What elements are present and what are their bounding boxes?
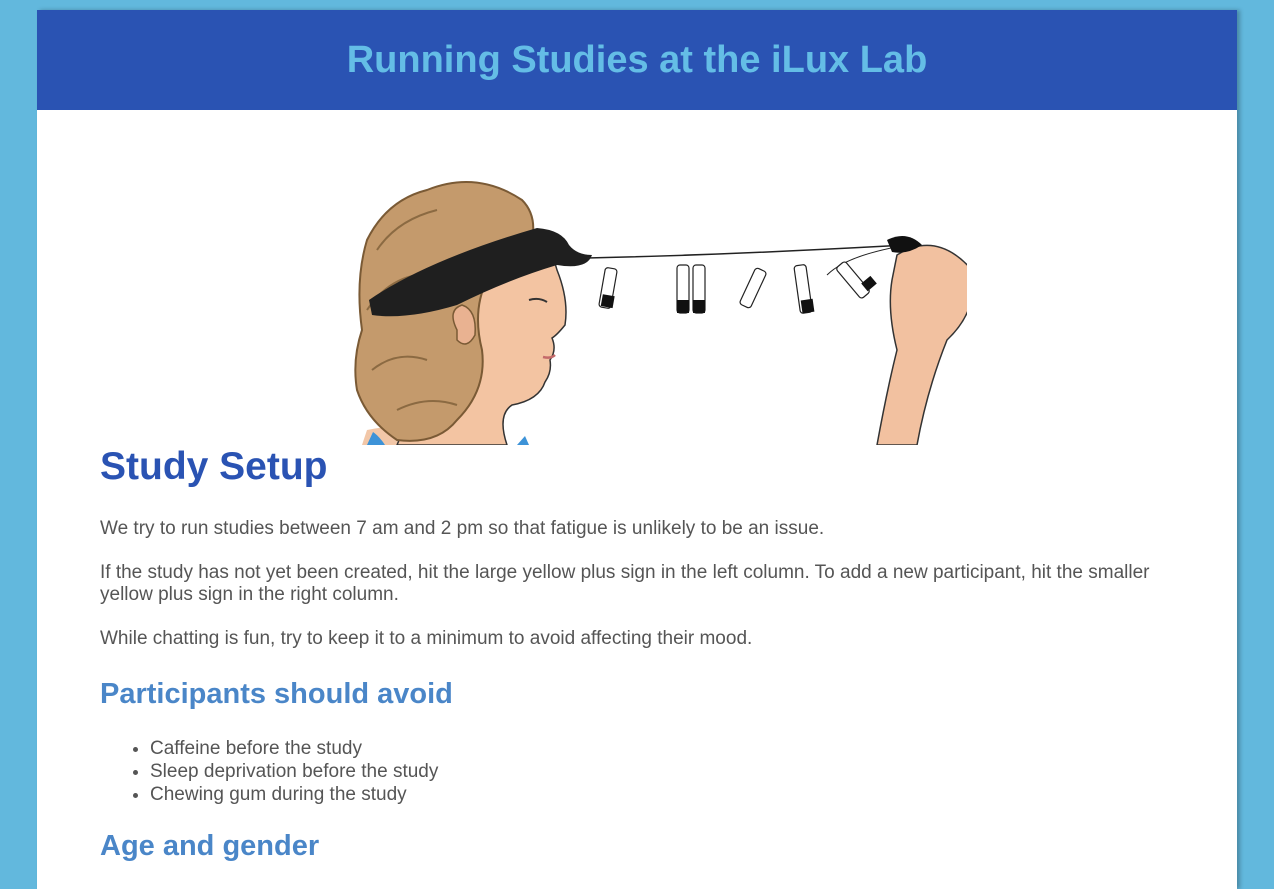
list-item: Caffeine before the study (150, 737, 1180, 760)
page-header: Running Studies at the iLux Lab (37, 10, 1237, 110)
page-container: Running Studies at the iLux Lab Study Se… (37, 10, 1237, 889)
eeg-headset-illustration (354, 181, 967, 445)
participants-avoid-heading: Participants should avoid (100, 677, 453, 710)
study-setup-paragraph: If the study has not yet been created, h… (100, 561, 1150, 605)
list-item: Chewing gum during the study (150, 783, 1180, 806)
page-title: Running Studies at the iLux Lab (346, 38, 928, 81)
study-setup-paragraph: While chatting is fun, try to keep it to… (100, 627, 753, 649)
list-item: Sleep deprivation before the study (150, 760, 1180, 783)
main-content: Study Setup We try to run studies betwee… (100, 445, 1180, 863)
study-setup-paragraph: We try to run studies between 7 am and 2… (100, 517, 825, 539)
age-gender-heading: Age and gender (100, 829, 320, 862)
avoid-list: Caffeine before the study Sleep deprivat… (100, 737, 1180, 806)
study-setup-heading: Study Setup (100, 445, 328, 488)
